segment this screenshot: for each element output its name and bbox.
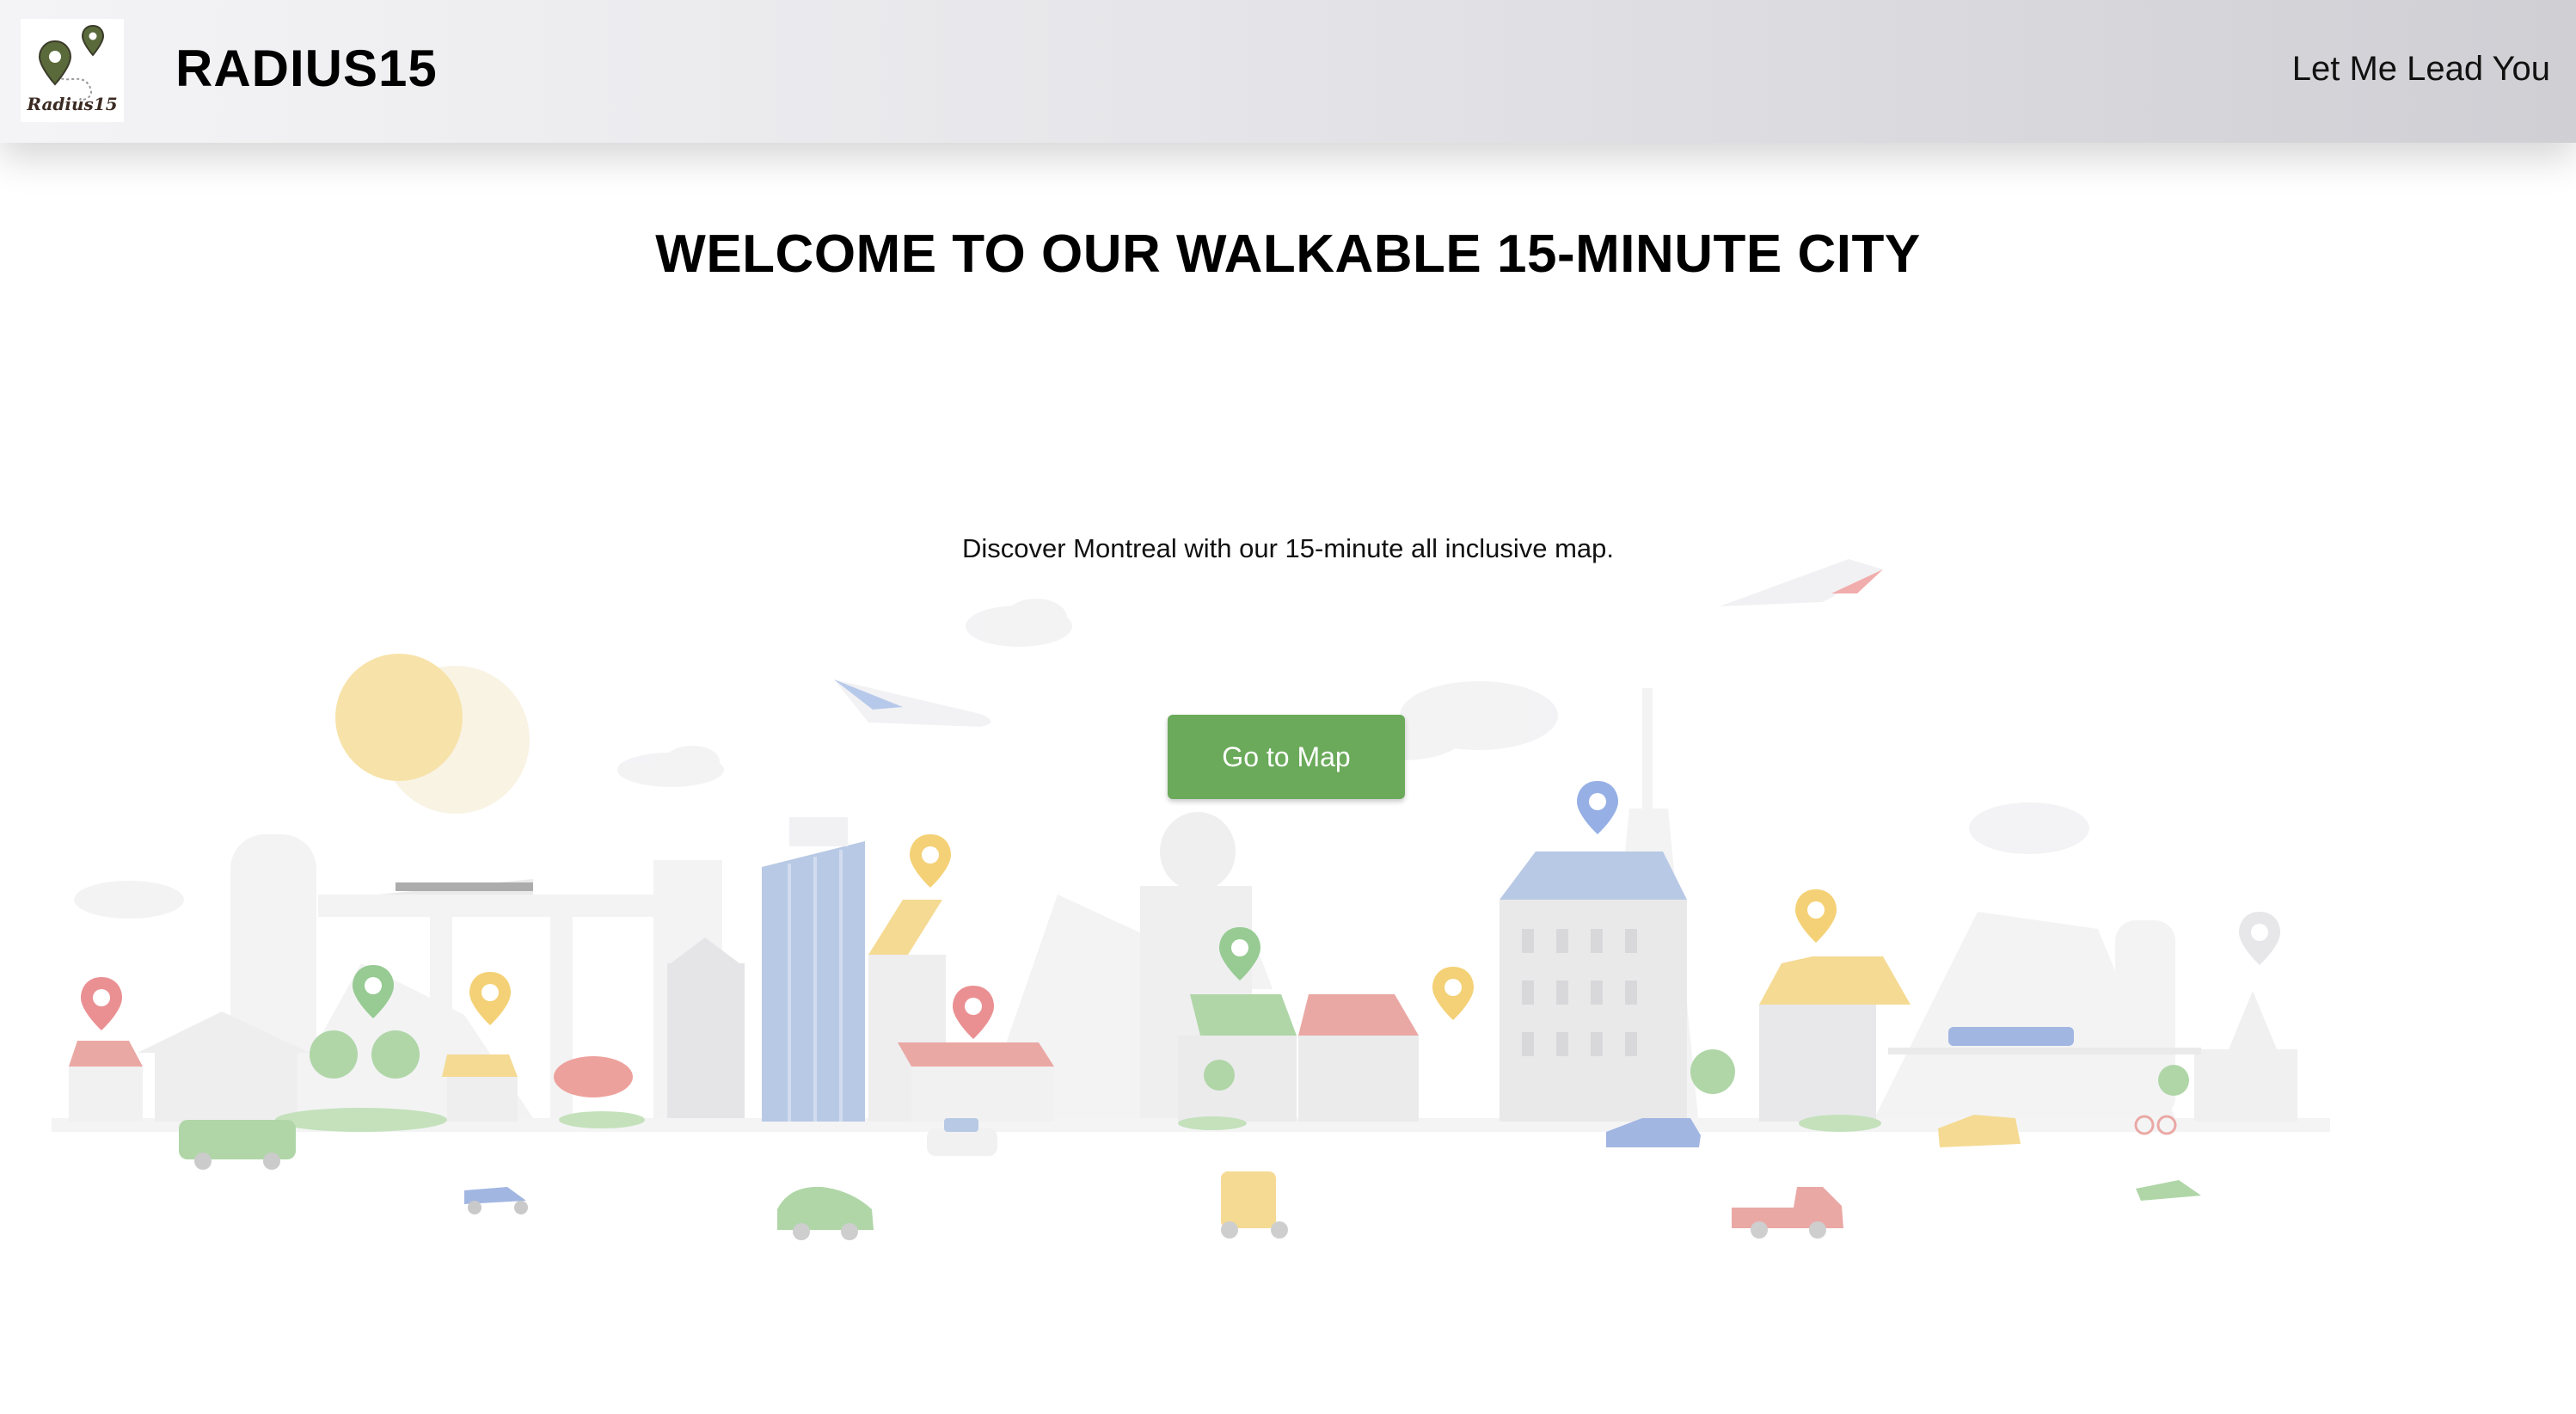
- go-to-map-button[interactable]: Go to Map: [1168, 715, 1405, 799]
- landing-page: Radius15 RADIUS15 Let Me Lead You WELCOM…: [0, 0, 2576, 1414]
- map-pins-icon: Radius15: [26, 24, 118, 114]
- app-logo[interactable]: Radius15: [21, 19, 124, 122]
- hero-title: WELCOME TO OUR WALKABLE 15-MINUTE CITY: [655, 224, 1921, 284]
- svg-text:Radius15: Radius15: [26, 94, 117, 114]
- top-navbar: Radius15 RADIUS15 Let Me Lead You: [0, 0, 2576, 143]
- hero-subtitle: Discover Montreal with our 15-minute all…: [961, 533, 1615, 563]
- brand-title: RADIUS15: [175, 40, 438, 97]
- let-me-lead-you-link[interactable]: Let Me Lead You: [2292, 45, 2550, 93]
- city-illustration: [0, 533, 2576, 1307]
